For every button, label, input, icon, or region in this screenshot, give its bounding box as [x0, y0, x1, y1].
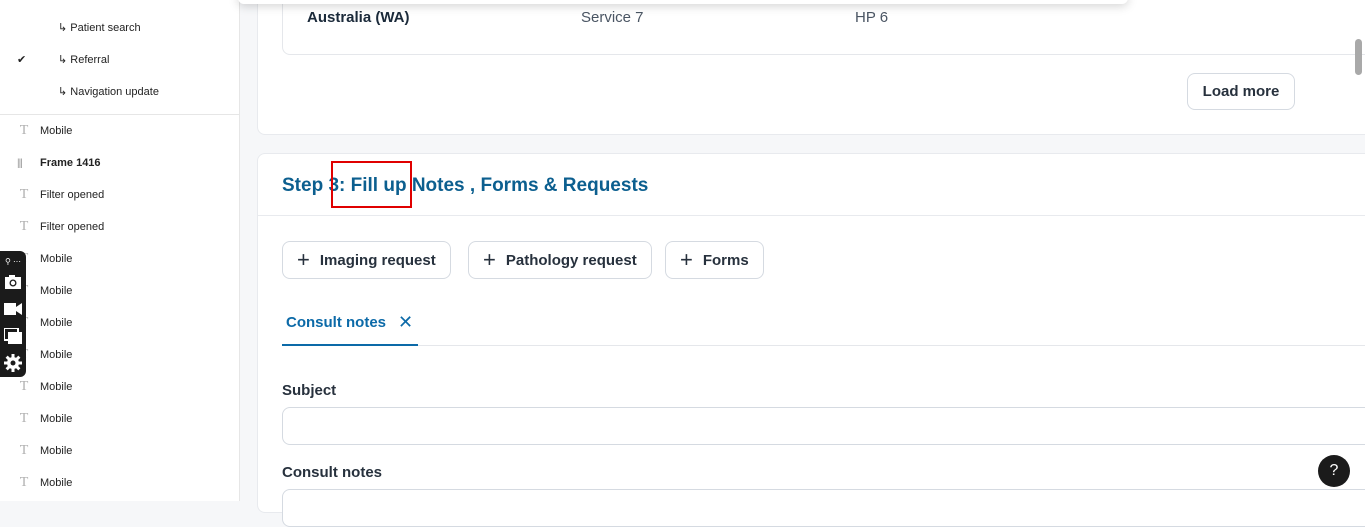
layer-item[interactable]: T Mobile	[0, 307, 240, 339]
layer-label: Filter opened	[40, 221, 105, 233]
settings-icon[interactable]	[0, 349, 26, 376]
layer-item[interactable]: T Mobile	[0, 403, 240, 435]
text-icon: T	[19, 187, 29, 202]
tab-divider	[418, 345, 1365, 346]
button-label: Pathology request	[505, 251, 637, 269]
close-icon[interactable]: ✕	[398, 313, 413, 331]
text-icon: T	[19, 411, 29, 426]
table-cell-service: Service 7	[581, 9, 644, 26]
layer-label: Mobile	[40, 381, 73, 393]
consult-notes-textarea[interactable]	[282, 489, 1365, 527]
text-icon: T	[19, 443, 29, 458]
plus-icon: +	[297, 247, 310, 272]
layer-item[interactable]: T Mobile	[0, 371, 240, 403]
layer-label: Mobile	[40, 477, 73, 489]
dropdown-popover	[238, 0, 1128, 4]
layer-sub-item[interactable]: ↳ Navigation update	[0, 75, 240, 107]
consult-notes-label: Consult notes	[282, 464, 382, 481]
imaging-request-button[interactable]: + Imaging request	[282, 241, 451, 279]
plus-icon: +	[680, 247, 693, 272]
step-card: Step 3: Fill up Notes , Forms & Requests	[257, 153, 1365, 513]
frame-icon: |||	[17, 157, 23, 169]
subject-label: Subject	[282, 382, 337, 399]
capture-toolbar: ⚲ ⋯	[0, 251, 26, 377]
button-label: Imaging request	[319, 251, 436, 269]
layer-item[interactable]: T Mobile	[0, 435, 240, 467]
layer-label: Mobile	[40, 285, 73, 297]
video-icon[interactable]	[0, 295, 26, 322]
toolbar-more-button[interactable]: ⚲ ⋯	[0, 254, 26, 268]
subject-input[interactable]	[282, 407, 1365, 445]
forms-button[interactable]: + Forms	[665, 241, 764, 279]
table-cell-region: Australia (WA)	[307, 9, 410, 26]
layer-label: Mobile	[40, 125, 73, 137]
tab-label: Consult notes	[286, 314, 386, 331]
tab-consult-notes[interactable]: Consult notes ✕	[282, 310, 418, 346]
pathology-request-button[interactable]: + Pathology request	[468, 241, 652, 279]
text-icon: T	[19, 219, 29, 234]
layer-item[interactable]: T Mobile	[0, 243, 240, 275]
text-icon: T	[19, 123, 29, 138]
layers-panel: ↳ Patient search ✔ ↳ Referral ↳ Navigati…	[0, 0, 240, 501]
layer-item[interactable]: T Mobile	[0, 339, 240, 371]
layer-label: Mobile	[40, 317, 73, 329]
layer-label: Mobile	[40, 413, 73, 425]
help-button[interactable]: ?	[1318, 455, 1350, 487]
load-more-button[interactable]: Load more	[1187, 73, 1295, 110]
layer-sub-item[interactable]: ↳ Patient search	[0, 11, 240, 43]
layer-item[interactable]: ||| Frame 1416	[0, 147, 240, 179]
annotation-highlight	[331, 161, 412, 208]
layer-item[interactable]: T Filter opened	[0, 211, 240, 243]
text-icon: T	[19, 475, 29, 490]
text-icon: T	[19, 379, 29, 394]
layer-label: Frame 1416	[40, 157, 101, 169]
windows-icon[interactable]	[0, 322, 26, 349]
layer-item[interactable]: T Mobile	[0, 467, 240, 499]
layer-label: Mobile	[40, 349, 73, 361]
layer-item[interactable]: T Filter opened	[0, 179, 240, 211]
button-label: Forms	[702, 251, 749, 269]
step-header: Step 3: Fill up Notes , Forms & Requests	[258, 154, 1365, 216]
results-table: Australia (WA) Service 7 HP 6	[282, 0, 1365, 55]
layer-label: ↳ Patient search	[58, 21, 141, 34]
plus-icon: +	[483, 247, 496, 272]
layer-sub-item-selected[interactable]: ✔ ↳ Referral	[0, 43, 240, 75]
table-cell-hp: HP 6	[855, 9, 889, 26]
layer-label: Mobile	[40, 445, 73, 457]
layer-item[interactable]: T Mobile	[0, 115, 240, 147]
layer-label: ↳ Referral	[58, 53, 110, 66]
checkmark-icon: ✔	[17, 53, 27, 66]
camera-icon[interactable]	[0, 268, 26, 295]
layer-label: Filter opened	[40, 189, 105, 201]
layer-label: ↳ Navigation update	[58, 85, 159, 98]
layer-label: Mobile	[40, 253, 73, 265]
layer-item[interactable]: T Mobile	[0, 275, 240, 307]
scrollbar[interactable]	[1355, 39, 1362, 75]
